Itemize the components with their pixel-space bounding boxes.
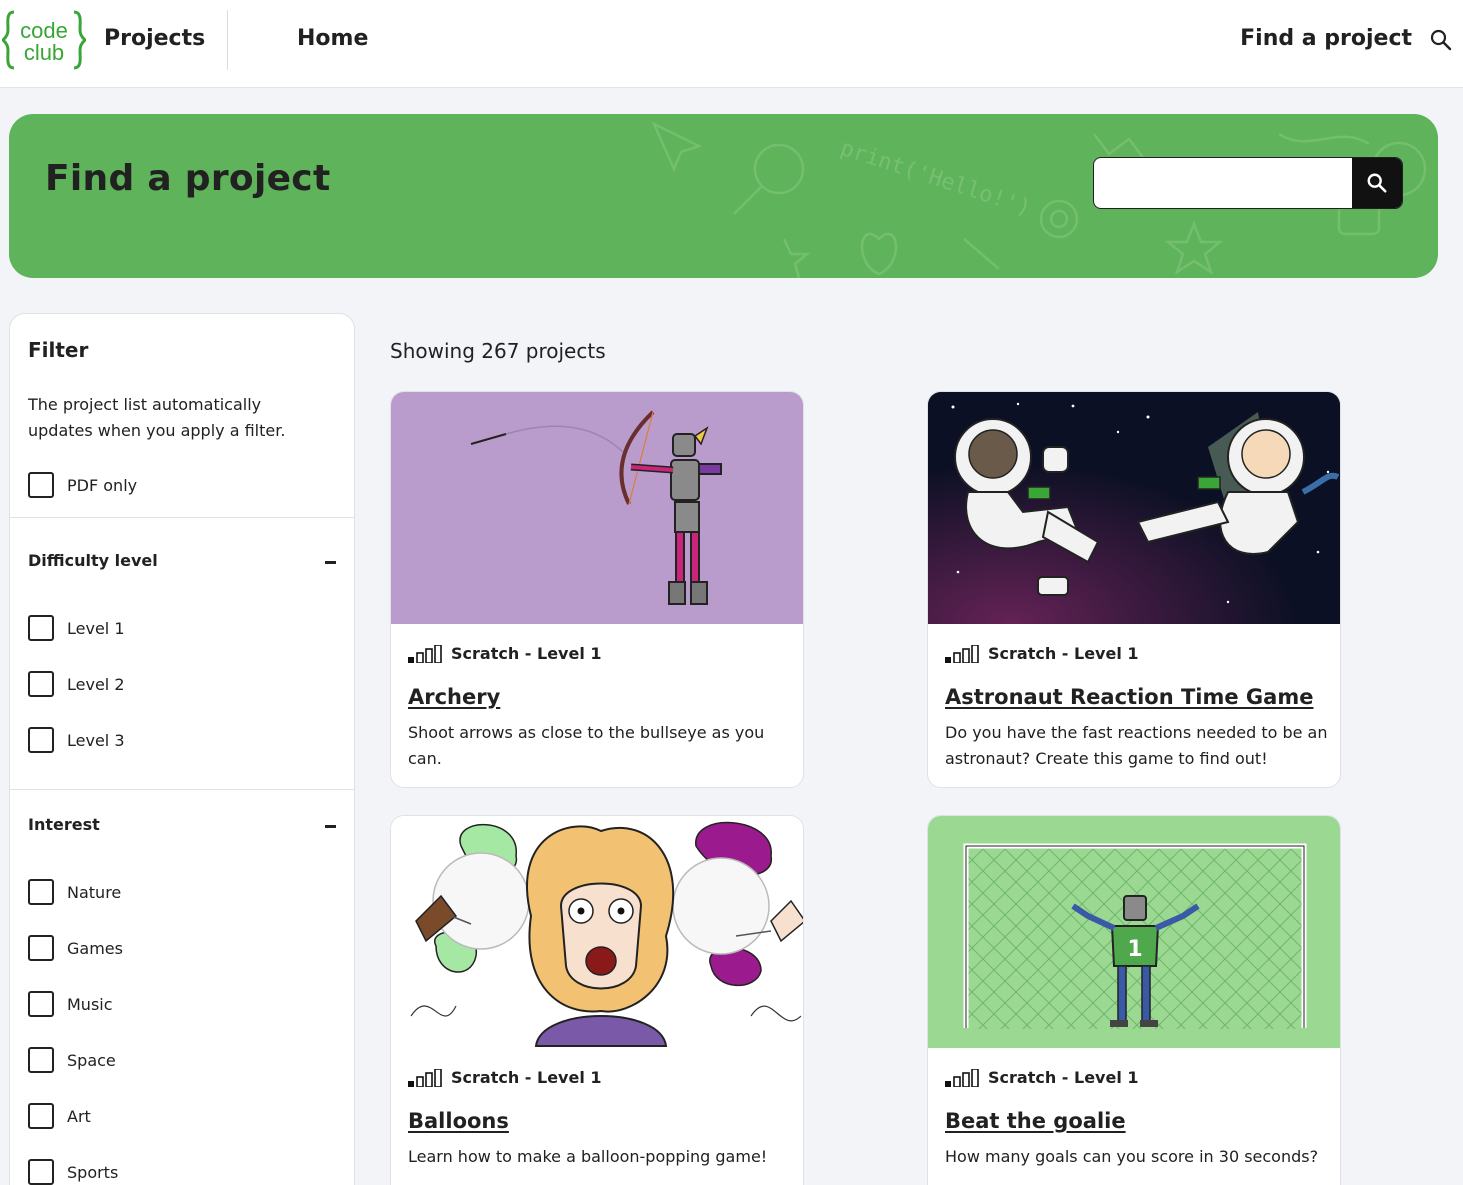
nav-divider	[227, 10, 228, 70]
nav-home-link[interactable]: Home	[297, 26, 368, 51]
search-icon[interactable]	[1429, 28, 1453, 52]
card-meta-text: Scratch - Level 1	[988, 1068, 1139, 1087]
filter-music[interactable]: Music	[28, 991, 113, 1017]
checkbox-label: Nature	[67, 882, 122, 902]
svg-text:club: club	[24, 40, 64, 65]
card-title-link[interactable]: Astronaut Reaction Time Game	[945, 685, 1313, 709]
brand-projects-link[interactable]: Projects	[104, 26, 205, 51]
archery-illustration	[391, 392, 803, 624]
difficulty-bars-icon	[408, 1068, 442, 1087]
difficulty-bars-icon	[408, 644, 442, 663]
card-meta-text: Scratch - Level 1	[451, 1068, 602, 1087]
project-card-balloons[interactable]: Scratch - Level 1 Balloons Learn how to …	[390, 815, 804, 1185]
interest-section-title: Interest	[28, 815, 100, 834]
card-description: Learn how to make a balloon-popping game…	[408, 1147, 768, 1166]
project-card-archery[interactable]: Scratch - Level 1 Archery Shoot arrows a…	[390, 391, 804, 788]
filter-level-3[interactable]: Level 3	[28, 727, 125, 753]
svg-text:1: 1	[1127, 937, 1142, 962]
filter-level-1[interactable]: Level 1	[28, 615, 125, 641]
checkbox-label: Sports	[67, 1162, 119, 1182]
checkbox[interactable]	[28, 615, 54, 641]
checkbox[interactable]	[28, 935, 54, 961]
search-input[interactable]	[1094, 158, 1352, 208]
card-title-link[interactable]: Beat the goalie	[945, 1109, 1126, 1133]
card-meta: Scratch - Level 1	[945, 1068, 1139, 1087]
filter-title: Filter	[28, 338, 89, 362]
hero-banner: print('Hello!') Find a project	[9, 114, 1438, 278]
checkbox-label: Music	[67, 994, 113, 1014]
project-search	[1093, 157, 1403, 209]
checkbox-label: PDF only	[67, 475, 138, 495]
filter-panel: Filter The project list automatically up…	[9, 313, 355, 1185]
goalie-illustration: 1	[928, 816, 1340, 1048]
card-meta: Scratch - Level 1	[408, 1068, 602, 1087]
checkbox[interactable]	[28, 472, 54, 498]
checkbox-label: Level 1	[67, 618, 125, 638]
project-card-astronaut[interactable]: Scratch - Level 1 Astronaut Reaction Tim…	[927, 391, 1341, 788]
project-card-beat-the-goalie[interactable]: 1 Scratch - Level 1 Beat the goalie How …	[927, 815, 1341, 1185]
checkbox-label: Space	[67, 1050, 116, 1070]
card-meta-text: Scratch - Level 1	[988, 644, 1139, 663]
checkbox[interactable]	[28, 991, 54, 1017]
divider	[10, 517, 354, 518]
checkbox-label: Games	[67, 938, 123, 958]
nav-find-project-link[interactable]: Find a project	[1240, 26, 1412, 51]
card-description: Do you have the fast reactions needed to…	[945, 723, 1328, 768]
filter-games[interactable]: Games	[28, 935, 123, 961]
filter-nature[interactable]: Nature	[28, 879, 121, 905]
card-meta: Scratch - Level 1	[408, 644, 602, 663]
card-title-link[interactable]: Balloons	[408, 1109, 509, 1133]
difficulty-bars-icon	[945, 644, 979, 663]
balloons-illustration	[391, 816, 803, 1048]
top-nav: code club Projects Home Find a project	[0, 0, 1463, 88]
collapse-difficulty-icon[interactable]	[325, 561, 336, 564]
filter-art[interactable]: Art	[28, 1103, 91, 1129]
difficulty-section-title: Difficulty level	[28, 551, 158, 570]
filter-pdf-only[interactable]: PDF only	[28, 472, 137, 498]
filter-description: The project list automatically updates w…	[28, 395, 286, 440]
checkbox[interactable]	[28, 1103, 54, 1129]
filter-level-2[interactable]: Level 2	[28, 671, 125, 697]
checkbox[interactable]	[28, 1159, 54, 1185]
astronaut-illustration	[928, 392, 1340, 624]
svg-text:print('Hello!'): print('Hello!')	[837, 136, 1034, 221]
checkbox[interactable]	[28, 1047, 54, 1073]
checkbox[interactable]	[28, 727, 54, 753]
search-button[interactable]	[1352, 158, 1402, 208]
checkbox[interactable]	[28, 671, 54, 697]
difficulty-bars-icon	[945, 1068, 979, 1087]
checkbox[interactable]	[28, 879, 54, 905]
card-title-link[interactable]: Archery	[408, 685, 500, 709]
filter-sports[interactable]: Sports	[28, 1159, 118, 1185]
divider	[10, 789, 354, 790]
card-description: Shoot arrows as close to the bullseye as…	[408, 723, 765, 768]
page-title: Find a project	[45, 158, 331, 199]
checkbox-label: Art	[67, 1106, 91, 1126]
search-icon	[1367, 173, 1387, 193]
collapse-interest-icon[interactable]	[325, 825, 336, 828]
filter-space[interactable]: Space	[28, 1047, 116, 1073]
checkbox-label: Level 3	[67, 730, 125, 750]
checkbox-label: Level 2	[67, 674, 125, 694]
card-meta: Scratch - Level 1	[945, 644, 1139, 663]
results-count: Showing 267 projects	[390, 339, 606, 363]
card-description: How many goals can you score in 30 secon…	[945, 1147, 1319, 1166]
card-meta-text: Scratch - Level 1	[451, 644, 602, 663]
code-club-logo[interactable]: code club	[2, 8, 86, 72]
